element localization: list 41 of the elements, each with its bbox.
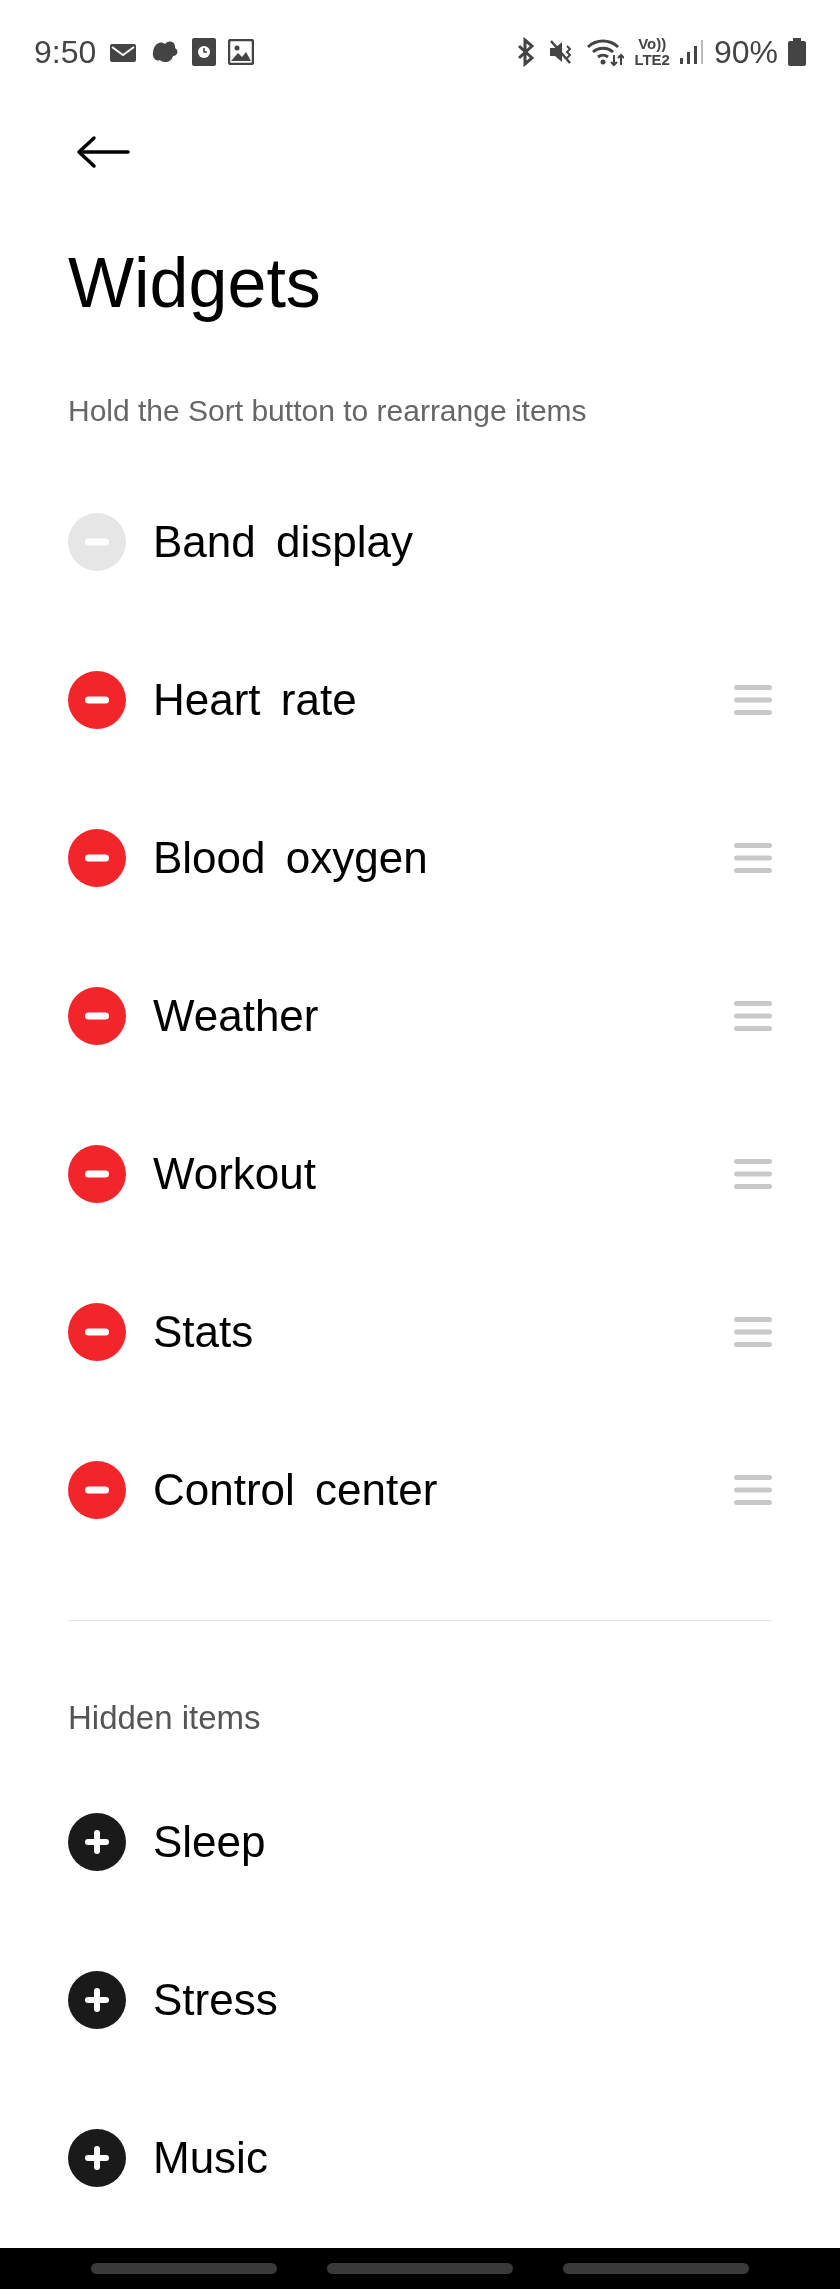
status-time: 9:50 xyxy=(34,33,97,71)
wifi-icon xyxy=(586,37,625,67)
nav-handle[interactable] xyxy=(91,2263,277,2274)
remove-button[interactable] xyxy=(68,829,126,887)
volte-label: Vo)) xyxy=(638,36,667,52)
drag-handle-icon[interactable] xyxy=(734,1157,772,1191)
widget-label: Sleep xyxy=(153,1817,266,1867)
image-icon xyxy=(228,39,255,65)
nav-handle[interactable] xyxy=(327,2263,513,2274)
battery-icon xyxy=(788,38,806,66)
remove-button[interactable] xyxy=(68,1145,126,1203)
remove-button[interactable] xyxy=(68,987,126,1045)
drag-handle-icon[interactable] xyxy=(734,1315,772,1349)
clock-icon xyxy=(192,38,217,66)
add-button[interactable] xyxy=(68,1971,126,2029)
widget-label: Band display xyxy=(153,517,413,567)
back-button[interactable] xyxy=(76,135,130,169)
widget-label: Workout xyxy=(153,1149,317,1199)
section-title: Hidden items xyxy=(68,1698,261,1738)
widget-label: Weather xyxy=(153,991,319,1041)
remove-button[interactable] xyxy=(68,671,126,729)
drag-handle-icon[interactable] xyxy=(734,999,772,1033)
add-button[interactable] xyxy=(68,2129,126,2187)
widget-label: Control center xyxy=(153,1465,438,1515)
remove-button[interactable] xyxy=(68,1461,126,1519)
nav-handle[interactable] xyxy=(563,2263,749,2274)
widget-label: Stats xyxy=(153,1307,254,1357)
instruction-text: Hold the Sort button to rearrange items xyxy=(68,393,587,429)
page-title: Widgets xyxy=(68,243,322,324)
widget-label: Music xyxy=(153,2133,268,2183)
add-button[interactable] xyxy=(68,1813,126,1871)
drag-handle-icon[interactable] xyxy=(734,841,772,875)
widget-label: Heart rate xyxy=(153,675,357,725)
widget-label: Blood oxygen xyxy=(153,833,428,883)
drag-handle-icon[interactable] xyxy=(734,683,772,717)
remove-button[interactable] xyxy=(68,1303,126,1361)
network-label: LTE2 xyxy=(634,52,670,68)
battery-percent: 90% xyxy=(713,33,778,71)
widget-label: Stress xyxy=(153,1975,278,2025)
signal-icon xyxy=(679,39,704,65)
drag-handle-icon[interactable] xyxy=(734,1473,772,1507)
